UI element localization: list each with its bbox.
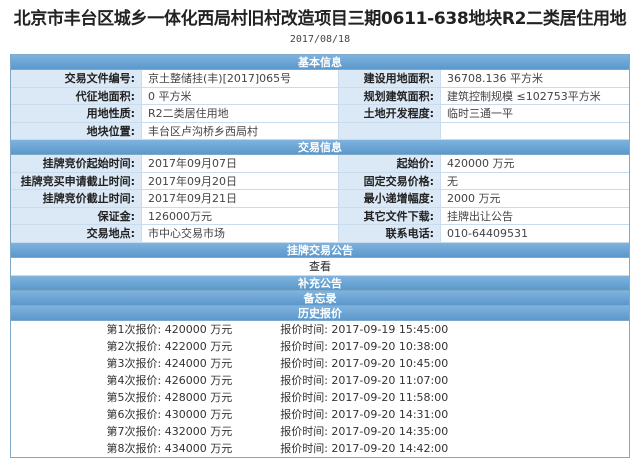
bid-amount: 第3次报价: 424000 万元 (106, 356, 233, 370)
info-row: 用地性质: R2二类居住用地 土地开发程度: 临时三通一平 (11, 105, 629, 123)
field-label: 固定交易价格: (339, 172, 441, 189)
field-label: 建设用地面积: (339, 70, 441, 87)
info-row: 代征地面积: 0 平方米 规划建筑面积: 建筑控制规模 ≤102753平方米 (11, 87, 629, 105)
info-row: 交易文件编号: 京土整储挂(丰)[2017]065号 建设用地面积: 36708.13… (11, 70, 629, 88)
bid-amount: 第4次报价: 426000 万元 (106, 373, 233, 387)
field-label: 规划建筑面积: (339, 87, 441, 104)
field-value: 建筑控制规模 ≤102753平方米 (441, 87, 629, 104)
field-label: 挂牌竞价起始时间: (11, 155, 142, 172)
field-value: 2000 万元 (441, 190, 629, 207)
memo-header[interactable]: 备忘录 (11, 290, 629, 306)
field-label: 交易文件编号: (11, 70, 142, 87)
announcement-header: 挂牌交易公告 (11, 242, 629, 258)
bid-history-row: 第6次报价: 430000 万元 报价时间: 2017-09-20 14:31:0… (11, 406, 629, 423)
bid-time: 报价时间: 2017-09-20 10:45:00 (280, 356, 449, 370)
field-value: 市中心交易市场 (142, 225, 339, 242)
field-value[interactable]: 挂牌出让公告 (441, 207, 629, 224)
field-value: 36708.136 平方米 (441, 70, 629, 87)
field-value: 010-64409531 (441, 225, 629, 242)
trade-info-section: 挂牌竞价起始时间: 2017年09月07日 起始价: 420000 万元 挂牌竞买申请截… (11, 155, 629, 243)
bid-history-row: 第4次报价: 426000 万元 报价时间: 2017-09-20 11:07:0… (11, 372, 629, 389)
bid-time: 报价时间: 2017-09-20 14:35:00 (280, 424, 449, 438)
field-label: 挂牌竞买申请截止时间: (11, 172, 142, 189)
field-label: 用地性质: (11, 105, 142, 122)
field-value: 420000 万元 (441, 155, 629, 172)
bid-amount: 第6次报价: 430000 万元 (106, 407, 233, 421)
bid-history-row: 第1次报价: 420000 万元 报价时间: 2017-09-19 15:45:0… (11, 321, 629, 338)
field-value (441, 122, 629, 139)
bid-time: 报价时间: 2017-09-20 14:42:00 (280, 441, 449, 455)
bid-amount: 第8次报价: 434000 万元 (106, 441, 233, 455)
bid-history-row: 第2次报价: 422000 万元 报价时间: 2017-09-20 10:38:0… (11, 338, 629, 355)
field-value: 2017年09月20日 (142, 172, 339, 189)
view-announcement-link[interactable]: 查看 (11, 257, 629, 276)
info-row: 地块位置: 丰台区卢沟桥乡西局村 (11, 122, 629, 140)
field-value: 2017年09月07日 (142, 155, 339, 172)
bid-time: 报价时间: 2017-09-19 15:45:00 (280, 322, 449, 336)
field-label: 最小递增幅度: (339, 190, 441, 207)
bid-time: 报价时间: 2017-09-20 14:31:00 (280, 407, 449, 421)
field-label: 其它文件下载: (339, 207, 441, 224)
bid-time: 报价时间: 2017-09-20 11:07:00 (280, 373, 449, 387)
field-label: 保证金: (11, 207, 142, 224)
field-value: 126000万元 (142, 207, 339, 224)
field-label: 起始价: (339, 155, 441, 172)
info-row: 挂牌竞价截止时间: 2017年09月21日 最小递增幅度: 2000 万元 (11, 190, 629, 208)
page-title: 北京市丰台区城乡一体化西局村旧村改造项目三期0611-638地块R2二类居住用地 (13, 9, 627, 29)
bid-amount: 第5次报价: 428000 万元 (106, 390, 233, 404)
field-value: 临时三通一平 (441, 105, 629, 122)
bid-history-row: 第7次报价: 432000 万元 报价时间: 2017-09-20 14:35:0… (11, 423, 629, 440)
field-value: 无 (441, 172, 629, 189)
field-label: 地块位置: (11, 122, 142, 139)
field-label: 挂牌竞价截止时间: (11, 190, 142, 207)
field-label (339, 122, 441, 139)
field-label: 联系电话: (339, 225, 441, 242)
bid-history-row: 第8次报价: 434000 万元 报价时间: 2017-09-20 14:42:0… (11, 440, 629, 457)
bid-amount: 第1次报价: 420000 万元 (106, 322, 233, 336)
basic-info-section: 交易文件编号: 京土整储挂(丰)[2017]065号 建设用地面积: 36708.13… (11, 70, 629, 140)
land-info-table: 基本信息 交易文件编号: 京土整储挂(丰)[2017]065号 建设用地面积: 367… (10, 54, 630, 458)
field-value: 京土整储挂(丰)[2017]065号 (142, 70, 339, 87)
history-header: 历史报价 (11, 305, 629, 321)
bid-amount: 第7次报价: 432000 万元 (106, 424, 233, 438)
field-label: 代征地面积: (11, 87, 142, 104)
bid-history-row: 第5次报价: 428000 万元 报价时间: 2017-09-20 11:58:0… (11, 389, 629, 406)
bid-time: 报价时间: 2017-09-20 10:38:00 (280, 339, 449, 353)
bid-amount: 第2次报价: 422000 万元 (106, 339, 233, 353)
field-label: 土地开发程度: (339, 105, 441, 122)
trade-info-header: 交易信息 (11, 140, 629, 155)
info-row: 挂牌竞买申请截止时间: 2017年09月20日 固定交易价格: 无 (11, 172, 629, 190)
info-row: 保证金: 126000万元 其它文件下载: 挂牌出让公告 (11, 207, 629, 225)
field-value: R2二类居住用地 (142, 105, 339, 122)
bid-history-list: 第1次报价: 420000 万元 报价时间: 2017-09-19 15:45:0… (11, 320, 629, 457)
bid-time: 报价时间: 2017-09-20 11:58:00 (280, 390, 449, 404)
field-value: 丰台区卢沟桥乡西局村 (142, 122, 339, 139)
publish-date: 2017/08/18 (289, 34, 351, 45)
field-value: 2017年09月21日 (142, 190, 339, 207)
info-row: 挂牌竞价起始时间: 2017年09月07日 起始价: 420000 万元 (11, 155, 629, 173)
field-value: 0 平方米 (142, 87, 339, 104)
field-label: 交易地点: (11, 225, 142, 242)
info-row: 交易地点: 市中心交易市场 联系电话: 010-64409531 (11, 225, 629, 243)
bid-history-row: 第3次报价: 424000 万元 报价时间: 2017-09-20 10:45:0… (11, 355, 629, 372)
basic-info-header: 基本信息 (11, 55, 629, 70)
supplement-header[interactable]: 补充公告 (11, 275, 629, 291)
